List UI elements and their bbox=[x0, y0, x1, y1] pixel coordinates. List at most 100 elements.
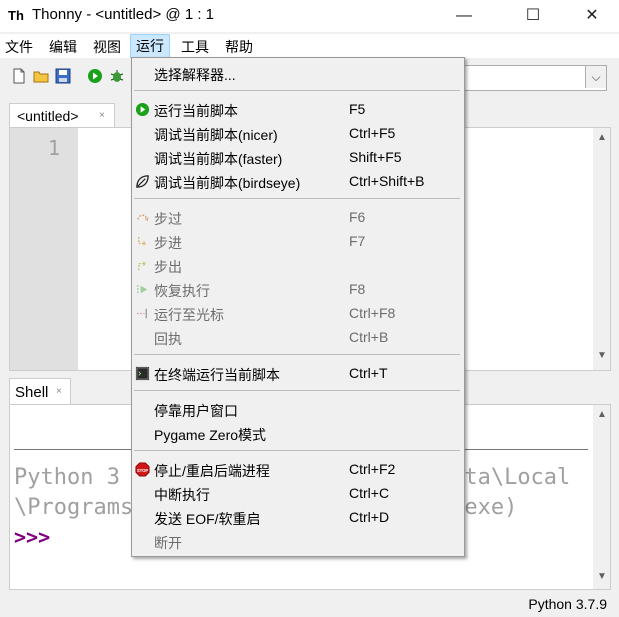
menu-item-debug-nicer[interactable]: 调试当前脚本(nicer) Ctrl+F5 bbox=[132, 122, 464, 146]
menu-item-label: 恢复执行 bbox=[154, 283, 210, 299]
close-button[interactable]: ✕ bbox=[569, 0, 615, 32]
run-icon[interactable] bbox=[87, 68, 103, 84]
menu-item-shortcut: Ctrl+Shift+B bbox=[349, 173, 425, 189]
menu-run[interactable]: 运行 bbox=[130, 34, 170, 58]
menu-separator bbox=[134, 90, 460, 91]
menu-item-shortcut: Ctrl+T bbox=[349, 365, 388, 381]
run-to-cursor-icon bbox=[136, 308, 147, 319]
svg-text:STOP: STOP bbox=[137, 468, 149, 473]
menu-item-shortcut: F7 bbox=[349, 233, 366, 249]
scroll-up-icon[interactable]: ▲ bbox=[597, 409, 607, 420]
menu-item-label: 停止/重启后端进程 bbox=[154, 463, 270, 479]
menu-item-disconnect[interactable]: 断开 bbox=[132, 530, 464, 554]
menu-item-shortcut: F6 bbox=[349, 209, 366, 225]
thonny-logo-icon: Th bbox=[8, 8, 24, 23]
menu-item-step-over[interactable]: 步过 F6 bbox=[132, 206, 464, 230]
resume-icon bbox=[137, 284, 148, 295]
menu-item-resume[interactable]: 恢复执行 F8 bbox=[132, 278, 464, 302]
menu-separator bbox=[134, 390, 460, 391]
menu-edit[interactable]: 编辑 bbox=[44, 36, 82, 58]
close-tab-icon[interactable]: × bbox=[56, 386, 62, 397]
save-icon[interactable] bbox=[55, 68, 71, 84]
scroll-down-icon[interactable]: ▼ bbox=[597, 571, 607, 582]
menu-item-interrupt[interactable]: 中断执行 Ctrl+C bbox=[132, 482, 464, 506]
interpreter-combobox[interactable]: ⌵ bbox=[450, 65, 607, 91]
debug-icon[interactable] bbox=[109, 68, 125, 84]
menu-item-label: 运行至光标 bbox=[154, 307, 224, 323]
menu-item-label: 选择解释器... bbox=[154, 67, 236, 83]
menu-item-shortcut: Ctrl+C bbox=[349, 485, 390, 501]
menu-item-label: 回执 bbox=[154, 331, 182, 347]
menu-item-label: Pygame Zero模式 bbox=[154, 427, 267, 443]
editor-scrollbar[interactable]: ▲ ▼ bbox=[593, 128, 610, 370]
menu-item-label: 调试当前脚本(faster) bbox=[154, 151, 283, 167]
menu-item-label: 步过 bbox=[154, 211, 182, 227]
menu-item-shortcut: F5 bbox=[349, 101, 366, 117]
chevron-down-icon[interactable]: ⌵ bbox=[585, 66, 606, 88]
menu-item-shortcut: Ctrl+F2 bbox=[349, 461, 396, 477]
menu-view[interactable]: 视图 bbox=[88, 36, 126, 58]
line-number: 1 bbox=[48, 136, 61, 160]
minimize-button[interactable]: — bbox=[441, 0, 487, 32]
menu-item-debug-birdseye[interactable]: 调试当前脚本(birdseye) Ctrl+Shift+B bbox=[132, 170, 464, 194]
tab-untitled[interactable]: <untitled> × bbox=[9, 103, 115, 128]
menu-item-shortcut: Shift+F5 bbox=[349, 149, 402, 165]
step-over-icon bbox=[137, 214, 149, 222]
maximize-button[interactable]: ☐ bbox=[510, 0, 556, 32]
step-out-icon bbox=[138, 261, 146, 271]
open-folder-icon[interactable] bbox=[33, 68, 49, 84]
stop-icon: STOP bbox=[135, 462, 150, 477]
menu-item-shortcut: Ctrl+B bbox=[349, 329, 389, 345]
shell-tab-label: Shell bbox=[15, 384, 49, 401]
window-title: Thonny - <untitled> @ 1 : 1 bbox=[32, 6, 214, 23]
menu-item-label: 运行当前脚本 bbox=[154, 103, 238, 119]
menu-item-select-interpreter[interactable]: 选择解释器... bbox=[132, 62, 464, 86]
menu-item-label: 步进 bbox=[154, 235, 182, 251]
menu-item-run-to-cursor[interactable]: 运行至光标 Ctrl+F8 bbox=[132, 302, 464, 326]
menu-item-label: 发送 EOF/软重启 bbox=[154, 511, 261, 527]
menu-item-pygame-zero[interactable]: Pygame Zero模式 bbox=[132, 422, 464, 446]
menu-item-label: 中断执行 bbox=[154, 487, 210, 503]
menu-item-step-back[interactable]: 回执 Ctrl+B bbox=[132, 326, 464, 350]
close-tab-icon[interactable]: × bbox=[99, 110, 105, 121]
menu-item-label: 断开 bbox=[154, 535, 182, 551]
menu-item-run-current[interactable]: 运行当前脚本 F5 bbox=[132, 98, 464, 122]
menu-item-step-into[interactable]: 步进 F7 bbox=[132, 230, 464, 254]
menu-file[interactable]: 文件 bbox=[0, 36, 38, 58]
run-menu-dropdown: 选择解释器... 运行当前脚本 F5 调试当前脚本(nicer) Ctrl+F5… bbox=[131, 57, 465, 557]
menu-item-label: 步出 bbox=[154, 259, 182, 275]
menu-item-stop-restart[interactable]: STOP 停止/重启后端进程 Ctrl+F2 bbox=[132, 458, 464, 482]
menu-item-shortcut: Ctrl+F8 bbox=[349, 305, 396, 321]
shell-scrollbar[interactable]: ▲ ▼ bbox=[593, 405, 610, 589]
menu-item-send-eof[interactable]: 发送 EOF/软重启 Ctrl+D bbox=[132, 506, 464, 530]
menu-item-run-in-terminal[interactable]: 在终端运行当前脚本 Ctrl+T bbox=[132, 362, 464, 386]
scroll-up-icon[interactable]: ▲ bbox=[597, 132, 607, 143]
menu-separator bbox=[134, 450, 460, 451]
menu-item-shortcut: F8 bbox=[349, 281, 366, 297]
menu-item-shortcut: Ctrl+D bbox=[349, 509, 390, 525]
menu-item-shortcut: Ctrl+F5 bbox=[349, 125, 396, 141]
menu-help[interactable]: 帮助 bbox=[220, 36, 258, 58]
menu-tools[interactable]: 工具 bbox=[176, 36, 214, 58]
menu-item-label: 调试当前脚本(nicer) bbox=[154, 127, 278, 143]
run-icon bbox=[135, 102, 150, 117]
scroll-down-icon[interactable]: ▼ bbox=[597, 350, 607, 361]
status-bar: Python 3.7.9 bbox=[0, 591, 619, 617]
menu-item-label: 在终端运行当前脚本 bbox=[154, 367, 280, 383]
menu-item-dock-user-windows[interactable]: 停靠用户窗口 bbox=[132, 398, 464, 422]
menu-item-debug-faster[interactable]: 调试当前脚本(faster) Shift+F5 bbox=[132, 146, 464, 170]
python-version-status[interactable]: Python 3.7.9 bbox=[528, 596, 607, 612]
new-file-icon[interactable] bbox=[11, 68, 27, 84]
editor-tab-label: <untitled> bbox=[17, 108, 79, 124]
tab-shell[interactable]: Shell × bbox=[9, 378, 71, 405]
menu-separator bbox=[134, 198, 460, 199]
menu-item-label: 停靠用户窗口 bbox=[154, 403, 238, 419]
birdseye-leaf-icon bbox=[136, 175, 149, 188]
line-number-gutter: 1 bbox=[10, 128, 78, 370]
step-into-icon bbox=[138, 236, 146, 246]
menu-item-step-out[interactable]: 步出 bbox=[132, 254, 464, 278]
menu-item-label: 调试当前脚本(birdseye) bbox=[154, 175, 301, 191]
shell-prompt: >>> bbox=[14, 525, 51, 549]
menu-separator bbox=[134, 354, 460, 355]
terminal-icon bbox=[135, 366, 150, 381]
